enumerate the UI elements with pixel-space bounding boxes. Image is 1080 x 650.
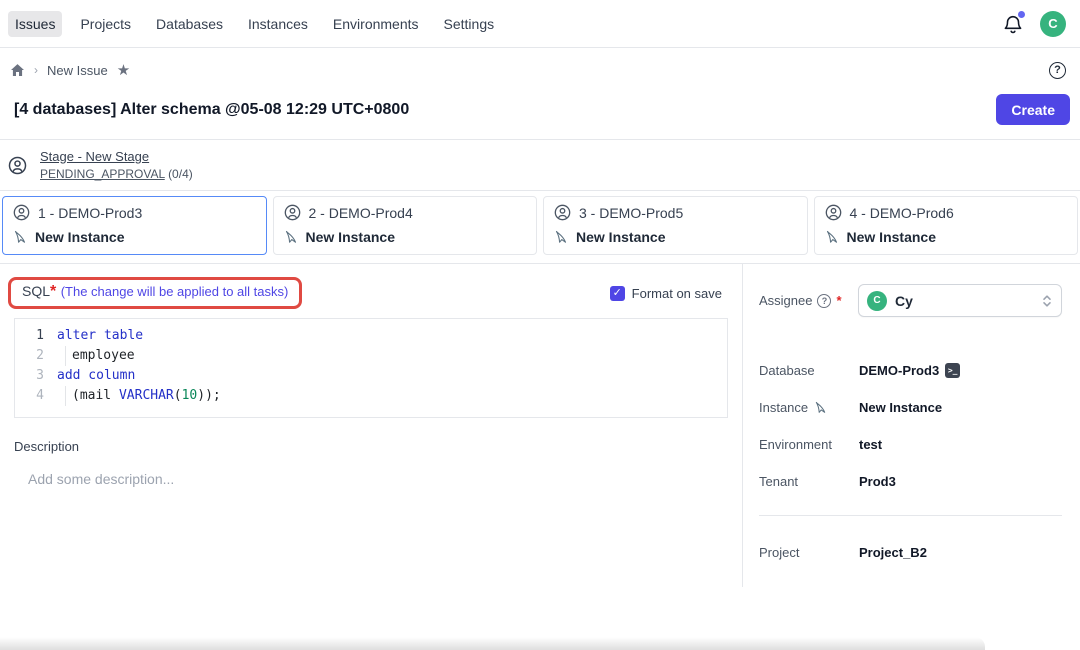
sql-label: SQL xyxy=(22,283,50,299)
sql-editor[interactable]: 1 alter table 2 employee 3 add column 4 … xyxy=(14,318,728,418)
sql-required-mark: * xyxy=(50,283,56,300)
approver-icon xyxy=(554,204,571,221)
create-button[interactable]: Create xyxy=(996,94,1070,125)
task-instance: New Instance xyxy=(306,229,395,245)
editor-line: 1 alter table xyxy=(15,326,727,346)
notification-bell-icon[interactable] xyxy=(1002,13,1024,35)
bottom-scrollbar-shadow xyxy=(0,637,985,650)
environment-label: Environment xyxy=(759,437,859,452)
assignee-help-icon[interactable]: ? xyxy=(817,294,831,308)
field-row-project: Project Project_B2 xyxy=(759,542,1062,562)
line-number: 2 xyxy=(15,346,57,366)
approver-icon xyxy=(8,156,27,175)
assignee-label: Assignee ? * xyxy=(759,293,842,308)
chevron-up-down-icon xyxy=(1040,294,1054,308)
format-on-save-checkbox[interactable]: ✓ xyxy=(610,286,625,301)
sql-label-annotation-box: SQL* (The change will be applied to all … xyxy=(8,277,302,309)
notification-dot xyxy=(1018,11,1025,18)
nav-item-issues[interactable]: Issues xyxy=(8,11,62,37)
environment-value: test xyxy=(859,437,882,452)
database-engine-icon xyxy=(554,230,568,244)
format-on-save-toggle[interactable]: ✓ Format on save xyxy=(610,286,722,301)
sql-console-icon[interactable]: >_ xyxy=(945,363,960,378)
task-label: 3 - DEMO-Prod5 xyxy=(579,205,683,221)
database-engine-icon xyxy=(284,230,298,244)
approver-icon xyxy=(13,204,30,221)
task-label: 2 - DEMO-Prod4 xyxy=(309,205,413,221)
task-label: 4 - DEMO-Prod6 xyxy=(850,205,954,221)
task-label: 1 - DEMO-Prod3 xyxy=(38,205,142,221)
nav-item-settings[interactable]: Settings xyxy=(437,11,502,37)
task-instance: New Instance xyxy=(847,229,936,245)
editor-line: 4 (mail VARCHAR(10)); xyxy=(15,386,727,406)
assignee-avatar: C xyxy=(867,291,887,311)
task-card-2[interactable]: 2 - DEMO-Prod4 New Instance xyxy=(273,196,538,255)
field-row-instance: Instance New Instance xyxy=(759,397,1062,417)
instance-value: New Instance xyxy=(859,400,942,415)
line-number: 3 xyxy=(15,366,57,386)
task-tabs: 1 - DEMO-Prod3 New Instance 2 - DEMO-Pro… xyxy=(0,191,1080,264)
nav-item-databases[interactable]: Databases xyxy=(149,11,230,37)
field-row-database: Database DEMO-Prod3 >_ xyxy=(759,360,1062,380)
task-instance: New Instance xyxy=(35,229,124,245)
task-card-4[interactable]: 4 - DEMO-Prod6 New Instance xyxy=(814,196,1079,255)
nav-item-environments[interactable]: Environments xyxy=(326,11,426,37)
breadcrumb-separator: › xyxy=(34,63,38,77)
issue-sidebar: Assignee ? * C Cy Database xyxy=(742,264,1080,587)
stage-name-link[interactable]: Stage - New Stage xyxy=(40,149,193,164)
tenant-label: Tenant xyxy=(759,474,859,489)
approver-icon xyxy=(284,204,301,221)
line-number: 4 xyxy=(15,386,57,406)
approver-icon xyxy=(825,204,842,221)
stage-status-link[interactable]: PENDING_APPROVAL xyxy=(40,167,165,181)
stage-status: PENDING_APPROVAL (0/4) xyxy=(40,167,193,181)
issue-page: Issues Projects Databases Instances Envi… xyxy=(0,0,1080,650)
main-content: SQL* (The change will be applied to all … xyxy=(0,264,1080,587)
nav-item-projects[interactable]: Projects xyxy=(73,11,138,37)
assignee-select[interactable]: C Cy xyxy=(858,284,1062,317)
sql-hint: (The change will be applied to all tasks… xyxy=(61,284,289,299)
instance-label: Instance xyxy=(759,400,859,415)
database-engine-icon xyxy=(825,230,839,244)
tenant-value: Prod3 xyxy=(859,474,896,489)
home-icon[interactable] xyxy=(10,63,25,78)
database-label: Database xyxy=(759,363,859,378)
top-nav-right: C xyxy=(1002,11,1066,37)
assignee-value: Cy xyxy=(895,293,913,309)
editor-line: 3 add column xyxy=(15,366,727,386)
field-row-environment: Environment test xyxy=(759,434,1062,454)
task-card-3[interactable]: 3 - DEMO-Prod5 New Instance xyxy=(543,196,808,255)
project-value[interactable]: Project_B2 xyxy=(859,545,927,560)
task-card-1[interactable]: 1 - DEMO-Prod3 New Instance xyxy=(2,196,267,255)
database-engine-icon xyxy=(13,230,27,244)
nav-item-instances[interactable]: Instances xyxy=(241,11,315,37)
description-label: Description xyxy=(14,439,742,454)
page-title: [4 databases] Alter schema @05-08 12:29 … xyxy=(14,101,409,119)
format-on-save-label: Format on save xyxy=(632,286,722,301)
sidebar-divider xyxy=(759,515,1062,516)
breadcrumb-page[interactable]: New Issue xyxy=(47,63,108,78)
stage-text: Stage - New Stage PENDING_APPROVAL (0/4) xyxy=(40,149,193,181)
help-icon[interactable]: ? xyxy=(1049,62,1066,79)
task-instance: New Instance xyxy=(576,229,665,245)
stage-section: Stage - New Stage PENDING_APPROVAL (0/4) xyxy=(0,139,1080,191)
field-row-tenant: Tenant Prod3 xyxy=(759,471,1062,491)
project-label: Project xyxy=(759,545,859,560)
user-avatar[interactable]: C xyxy=(1040,11,1066,37)
favorite-star-icon[interactable]: ★ xyxy=(117,61,130,79)
description-input[interactable]: Add some description... xyxy=(28,471,742,487)
title-row: [4 databases] Alter schema @05-08 12:29 … xyxy=(0,92,1080,139)
line-number: 1 xyxy=(15,326,57,346)
top-nav: Issues Projects Databases Instances Envi… xyxy=(0,0,1080,48)
database-engine-icon xyxy=(814,401,827,414)
stage-progress: (0/4) xyxy=(168,167,193,181)
assignee-required-mark: * xyxy=(836,293,841,308)
sql-panel: SQL* (The change will be applied to all … xyxy=(0,264,742,587)
database-value[interactable]: DEMO-Prod3 >_ xyxy=(859,363,960,378)
breadcrumb: › New Issue ★ ? xyxy=(0,48,1080,92)
editor-line: 2 employee xyxy=(15,346,727,366)
